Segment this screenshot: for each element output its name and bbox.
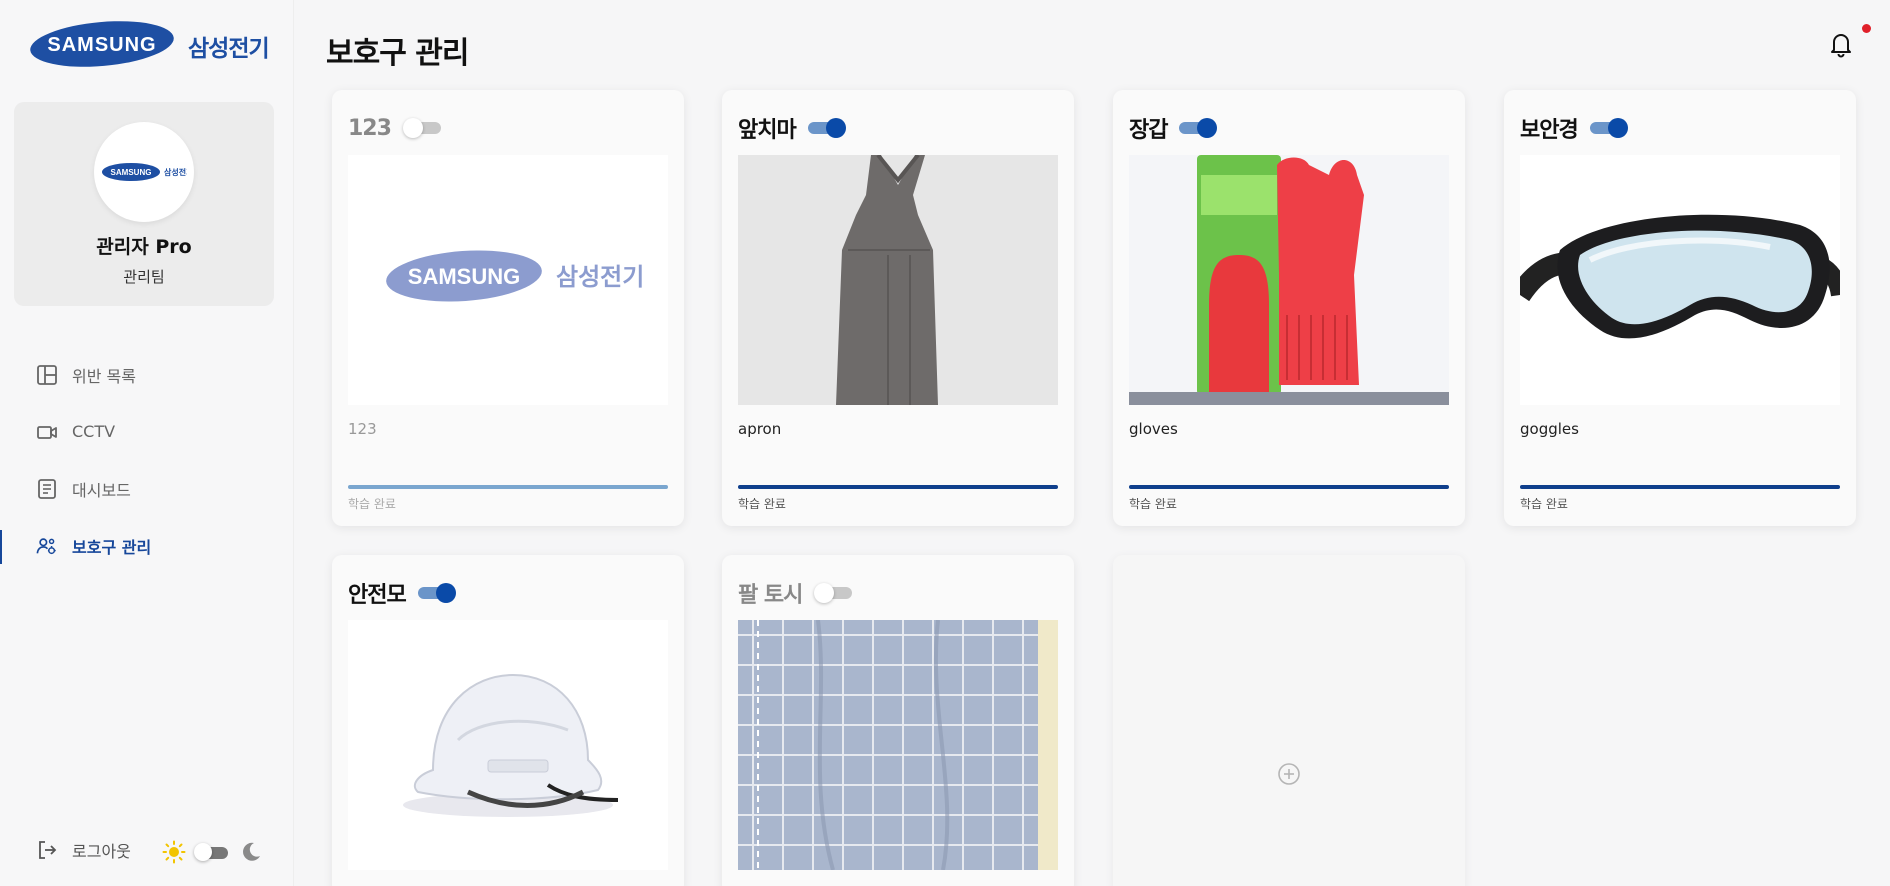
card-image [738, 620, 1058, 870]
enable-toggle[interactable] [807, 117, 846, 139]
sidebar-item-violations[interactable]: 위반 목록 [0, 346, 294, 403]
sidebar-item-label: 보호구 관리 [72, 537, 152, 557]
svg-text:SAMSUNG: SAMSUNG [47, 34, 156, 56]
svg-text:SAMSUNG: SAMSUNG [111, 168, 152, 177]
layout-icon [36, 364, 58, 386]
ppe-card[interactable]: 장갑 gloves 학습 완료 [1113, 90, 1465, 526]
sun-icon [162, 840, 186, 864]
card-title: 장갑 [1129, 118, 1168, 143]
card-header: 안전모 [348, 577, 456, 609]
brand-korean-name: 삼성전기 [188, 36, 270, 62]
ppe-card[interactable]: 보안경 goggles 학습 완료 [1504, 90, 1856, 526]
add-ppe-card[interactable] [1113, 555, 1465, 886]
progress-bar [1520, 485, 1840, 489]
plus-circle-icon [1278, 763, 1300, 785]
samsung-logo-icon: SAMSUNG 삼성전기 [102, 163, 187, 181]
card-title: 앞치마 [738, 118, 797, 143]
svg-text:삼성전기: 삼성전기 [164, 167, 187, 177]
card-header: 앞치마 [738, 112, 846, 144]
theme-toggle[interactable] [194, 843, 232, 861]
camera-icon [36, 421, 58, 443]
card-image [1520, 155, 1840, 405]
progress-bar [1129, 485, 1449, 489]
sidebar-item-label: CCTV [72, 422, 116, 441]
sidebar-item-label: 위반 목록 [72, 366, 136, 386]
notification-badge [1862, 24, 1871, 33]
card-header: 팔 토시 [738, 577, 853, 609]
card-title: 123 [348, 115, 392, 141]
card-image [348, 620, 668, 870]
goggles-image [1520, 214, 1840, 339]
samsung-logo-icon: SAMSUNG [30, 21, 174, 67]
sidebar-item-ppe-management[interactable]: 보호구 관리 [0, 517, 294, 574]
card-title: 안전모 [348, 583, 407, 608]
card-status: 학습 완료 [348, 497, 396, 511]
ppe-card[interactable]: 앞치마 apron 학습 완료 [722, 90, 1074, 526]
ppe-card[interactable]: 123 SAMSUNG 삼성전기 123 학습 완료 [332, 90, 684, 526]
progress-bar [738, 485, 1058, 489]
card-image [1129, 155, 1449, 405]
card-image [738, 155, 1058, 405]
logout-icon [36, 839, 58, 861]
apron-image [836, 155, 938, 405]
page-title: 보호구 관리 [326, 36, 469, 71]
brand-logo[interactable]: SAMSUNG 삼성전기 [30, 18, 270, 70]
sidebar-item-dashboard[interactable]: 대시보드 [0, 460, 294, 517]
card-label: apron [738, 420, 782, 438]
users-gear-icon [36, 535, 58, 557]
bell-icon[interactable] [1829, 30, 1853, 58]
avatar: SAMSUNG 삼성전기 [94, 122, 194, 222]
card-title: 보안경 [1520, 118, 1579, 143]
svg-text:삼성전기: 삼성전기 [556, 263, 644, 291]
profile-card: SAMSUNG 삼성전기 관리자 Pro 관리팀 [14, 102, 274, 306]
sidebar: SAMSUNG 삼성전기 SAMSUNG 삼성전기 관리자 Pro 관리팀 위반… [0, 0, 294, 886]
card-status: 학습 완료 [1129, 497, 1177, 511]
main-content: 보호구 관리 123 SAMSUNG 삼성전기 123 학습 완료 앞치마 ap… [294, 0, 1890, 886]
enable-toggle[interactable] [1589, 117, 1628, 139]
gloves-image [1129, 155, 1449, 405]
card-label: 123 [348, 420, 377, 438]
document-icon [36, 478, 58, 500]
card-header: 장갑 [1129, 112, 1218, 144]
sidebar-nav: 위반 목록 CCTV 대시보드 보호구 관리 [0, 346, 294, 574]
card-image: SAMSUNG 삼성전기 [348, 155, 668, 405]
theme-switcher [162, 840, 262, 864]
helmet-image [403, 673, 619, 817]
enable-toggle[interactable] [417, 582, 456, 604]
enable-toggle[interactable] [402, 117, 441, 139]
card-status: 학습 완료 [1520, 497, 1568, 511]
arm-sleeve-image [738, 620, 1058, 870]
ppe-card[interactable]: 안전모 [332, 555, 684, 886]
logout-label: 로그아웃 [72, 842, 131, 861]
card-label: gloves [1129, 420, 1178, 438]
profile-name: 관리자 Pro [96, 236, 192, 258]
sidebar-item-label: 대시보드 [72, 480, 131, 500]
card-status: 학습 완료 [738, 497, 786, 511]
enable-toggle[interactable] [814, 582, 853, 604]
progress-bar [348, 485, 668, 489]
card-label: goggles [1520, 420, 1579, 438]
profile-team: 관리팀 [123, 268, 165, 286]
moon-icon [243, 842, 260, 861]
card-header: 123 [348, 112, 441, 144]
samsung-logo-icon: SAMSUNG 삼성전기 [386, 250, 644, 302]
logout-button[interactable]: 로그아웃 [36, 838, 131, 862]
svg-text:SAMSUNG: SAMSUNG [408, 264, 520, 289]
enable-toggle[interactable] [1179, 117, 1218, 139]
card-header: 보안경 [1520, 112, 1628, 144]
ppe-card[interactable]: 팔 토시 [722, 555, 1074, 886]
card-title: 팔 토시 [738, 583, 803, 608]
sidebar-item-cctv[interactable]: CCTV [0, 403, 294, 460]
